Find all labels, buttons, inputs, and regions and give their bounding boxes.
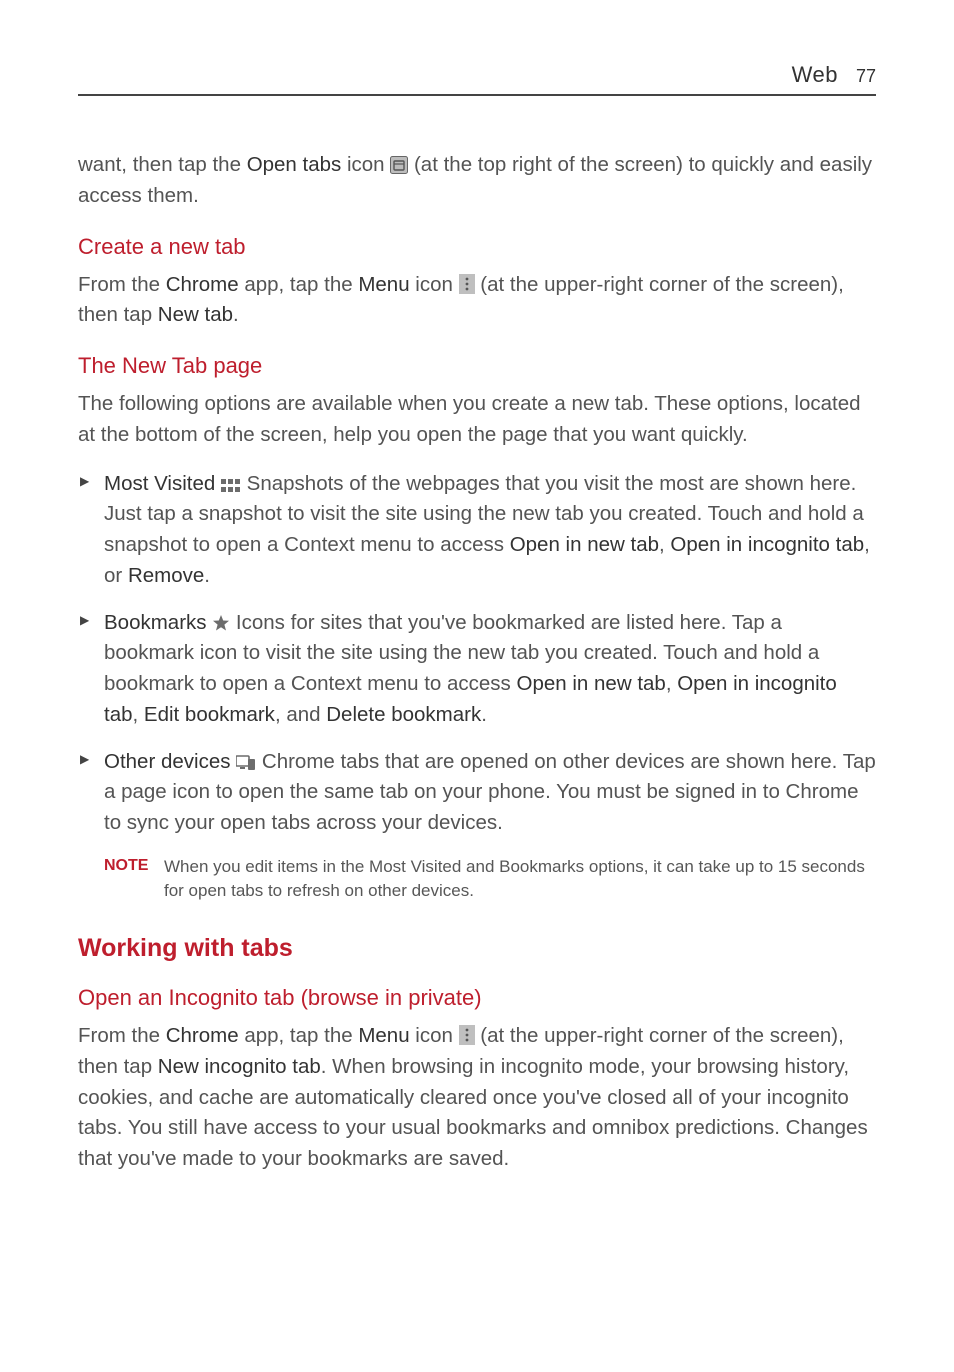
page: Web 77 want, then tap the Open tabs icon…: [0, 0, 954, 1372]
open-tabs-label: Open tabs: [247, 153, 342, 176]
new-tab-page-heading: The New Tab page: [78, 353, 876, 379]
menu-icon: [459, 274, 475, 294]
list-item-bookmarks: Bookmarks Icons for sites that you've bo…: [78, 608, 876, 731]
new-incognito-tab-label: New incognito tab: [158, 1055, 321, 1078]
text: From the: [78, 273, 166, 296]
create-new-tab-heading: Create a new tab: [78, 234, 876, 260]
text: .: [204, 564, 210, 587]
text: app, tap the: [239, 273, 359, 296]
note: NOTE When you edit items in the Most Vis…: [78, 855, 876, 904]
list-item-most-visited: Most Visited Snapshots of the webpages t…: [78, 469, 876, 592]
menu-label: Menu: [358, 273, 409, 296]
devices-icon: [236, 755, 256, 771]
text: ,: [133, 703, 144, 726]
open-incognito-paragraph: From the Chrome app, tap the Menu icon (…: [78, 1021, 876, 1175]
menu-icon: [459, 1025, 475, 1045]
text: From the: [78, 1024, 166, 1047]
other-devices-label: Other devices: [104, 750, 230, 773]
create-new-tab-paragraph: From the Chrome app, tap the Menu icon (…: [78, 270, 876, 332]
text: , and: [275, 703, 326, 726]
remove-label: Remove: [128, 564, 204, 587]
chrome-label: Chrome: [166, 1024, 239, 1047]
text: icon: [410, 1024, 459, 1047]
note-label: NOTE: [104, 855, 164, 904]
chrome-label: Chrome: [166, 273, 239, 296]
intro-paragraph: want, then tap the Open tabs icon (at th…: [78, 150, 876, 212]
page-header: Web 77: [78, 62, 876, 96]
new-tab-page-paragraph: The following options are available when…: [78, 389, 876, 451]
header-page-number: 77: [856, 66, 876, 87]
text: .: [481, 703, 487, 726]
text: icon: [410, 273, 459, 296]
text: ,: [666, 672, 677, 695]
note-text: When you edit items in the Most Visited …: [164, 855, 876, 904]
most-visited-label: Most Visited: [104, 472, 215, 495]
edit-bookmark-label: Edit bookmark: [144, 703, 275, 726]
open-in-new-tab-label: Open in new tab: [510, 533, 659, 556]
open-in-incognito-tab-label: Open in incognito tab: [670, 533, 864, 556]
text: app, tap the: [239, 1024, 359, 1047]
text: ,: [659, 533, 670, 556]
text: .: [233, 303, 239, 326]
open-in-new-tab-label: Open in new tab: [517, 672, 666, 695]
most-visited-icon: [221, 479, 241, 493]
new-tab-options-list: Most Visited Snapshots of the webpages t…: [78, 469, 876, 839]
delete-bookmark-label: Delete bookmark: [326, 703, 481, 726]
working-with-tabs-heading: Working with tabs: [78, 934, 876, 963]
open-tabs-icon: [390, 156, 408, 174]
bookmarks-label: Bookmarks: [104, 611, 207, 634]
list-item-other-devices: Other devices Chrome tabs that are opene…: [78, 747, 876, 839]
open-incognito-heading: Open an Incognito tab (browse in private…: [78, 985, 876, 1011]
star-icon: [212, 614, 230, 632]
new-tab-label: New tab: [158, 303, 233, 326]
text: want, then tap the: [78, 153, 247, 176]
header-section: Web: [792, 62, 838, 88]
text: icon: [341, 153, 390, 176]
menu-label: Menu: [358, 1024, 409, 1047]
